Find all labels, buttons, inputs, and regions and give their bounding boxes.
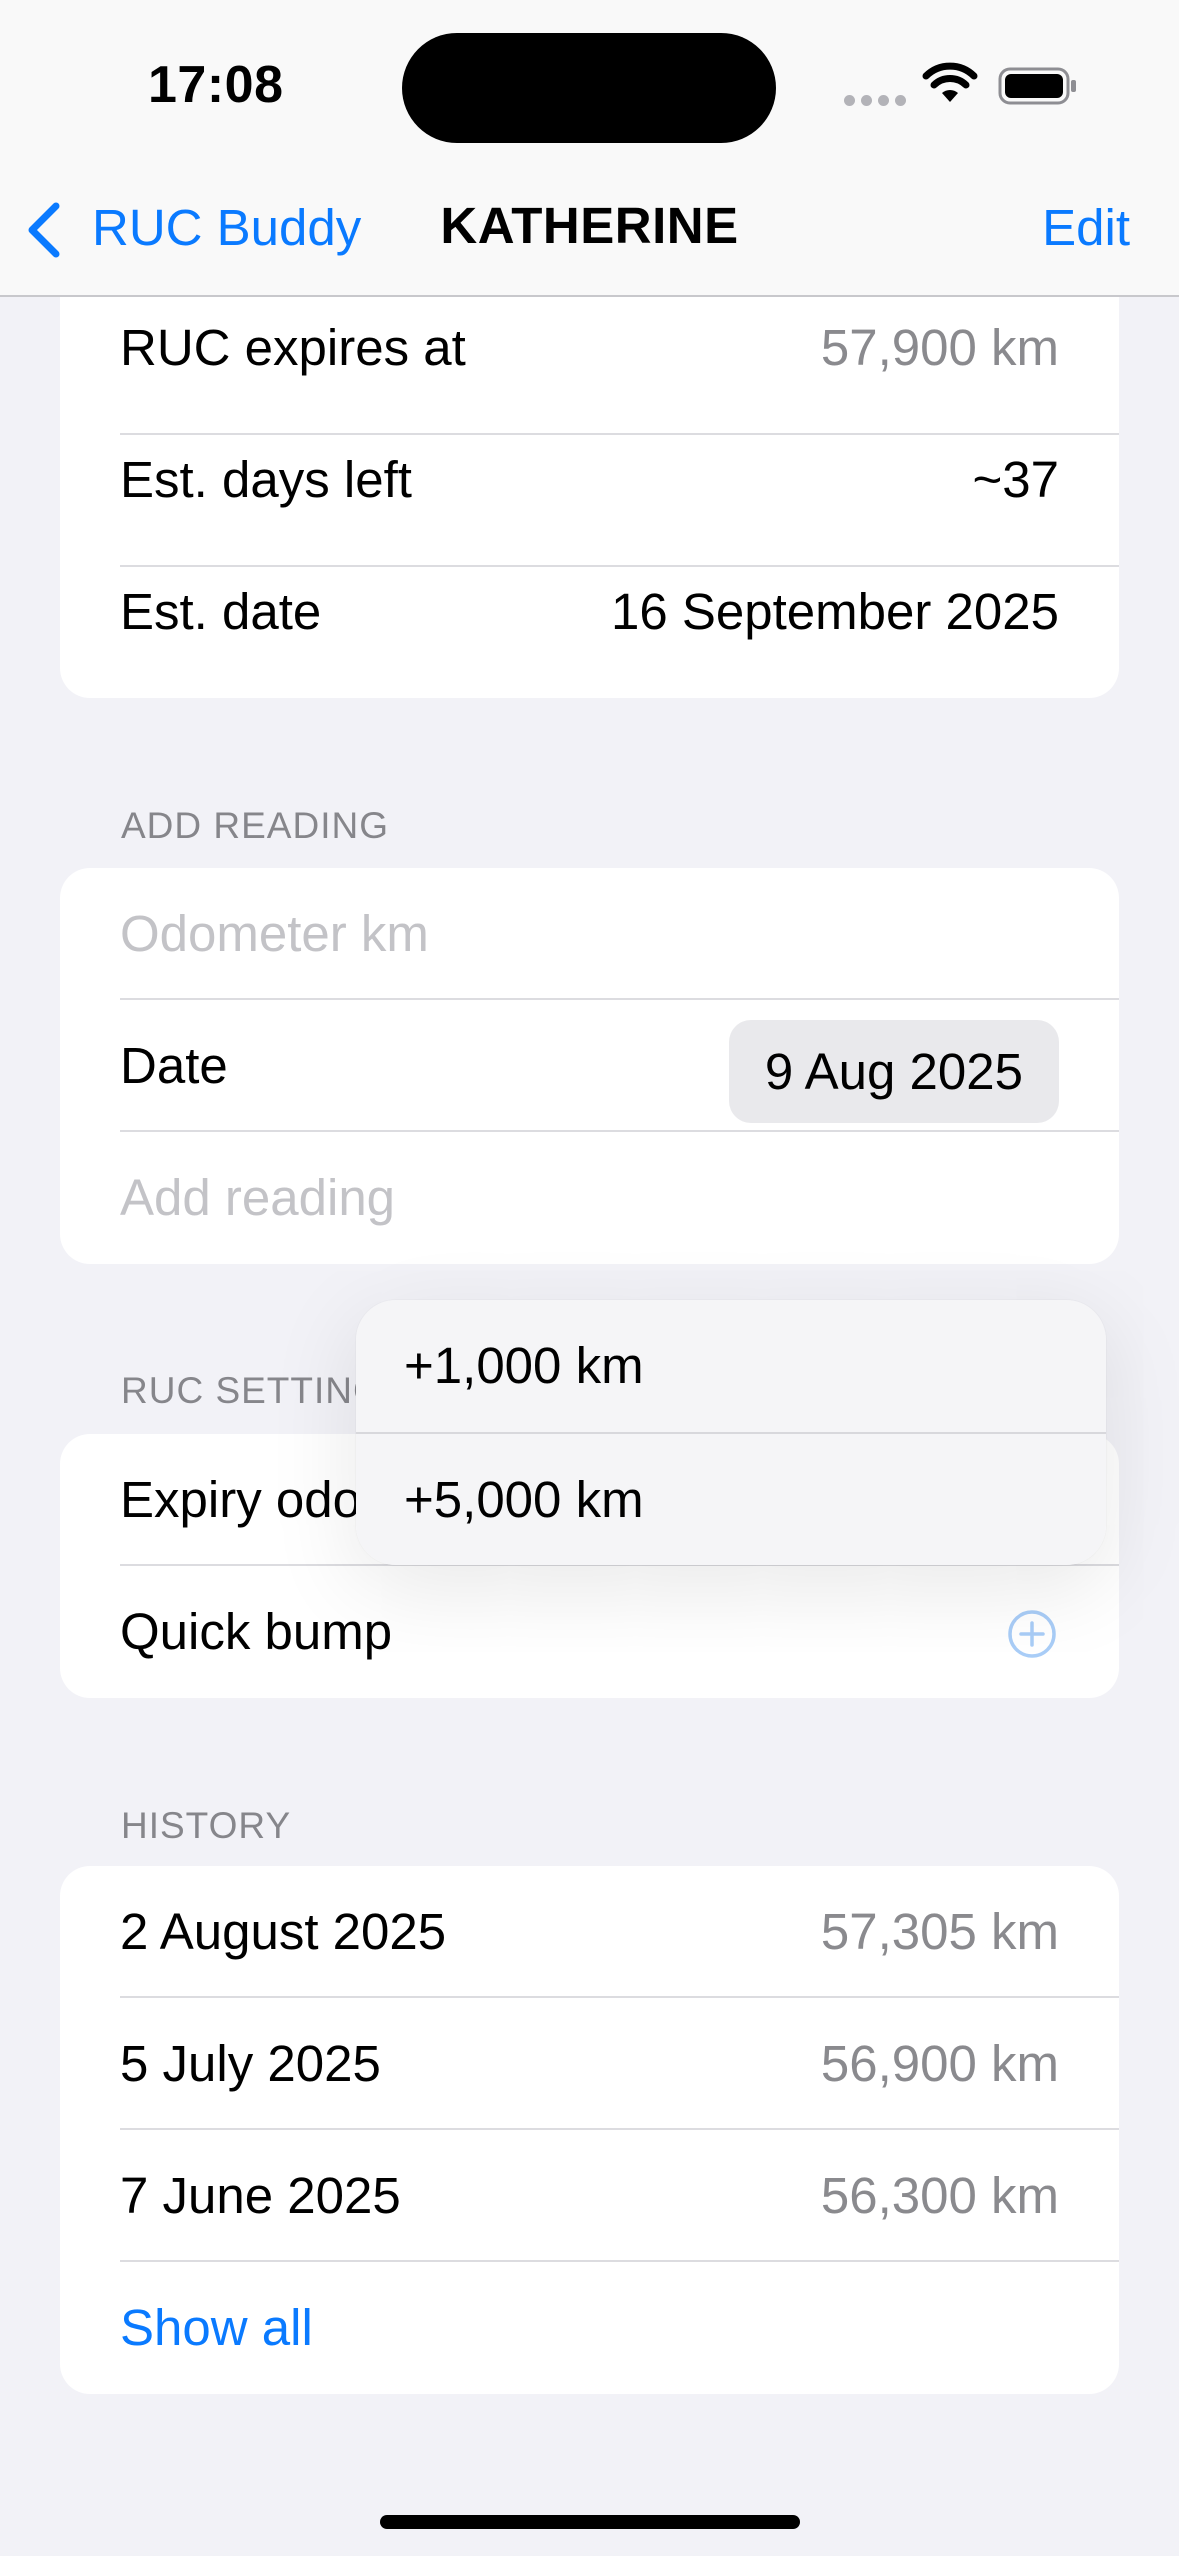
date-label: Date	[120, 1037, 228, 1094]
summary-row-est-date: Est. date 16 September 2025	[60, 546, 1119, 678]
odometer-placeholder: Odometer km	[120, 905, 429, 962]
summary-card: RUC expires at 57,900 km Est. days left …	[60, 240, 1119, 698]
summary-value: 57,900 km	[820, 319, 1059, 376]
add-reading-button[interactable]: Add reading	[60, 1132, 1119, 1264]
show-all-label: Show all	[120, 2299, 313, 2356]
date-row: Date 9 Aug 2025	[60, 1000, 1119, 1132]
dynamic-island	[402, 33, 776, 143]
navigation-bar: 17:08 RUC Buddy KATHERINE Edit	[0, 0, 1179, 297]
history-date: 2 August 2025	[120, 1903, 447, 1960]
odometer-input[interactable]: Odometer km	[60, 868, 1119, 1000]
menu-item-bump-5000[interactable]: +5,000 km	[356, 1434, 1106, 1565]
edit-button[interactable]: Edit	[1042, 198, 1130, 257]
history-km: 56,900 km	[820, 2035, 1059, 2092]
date-picker-button[interactable]: 9 Aug 2025	[728, 1020, 1059, 1123]
quick-bump-label: Quick bump	[120, 1603, 393, 1660]
summary-label: RUC expires at	[120, 319, 466, 376]
summary-row-days-left: Est. days left ~37	[60, 414, 1119, 546]
status-time: 17:08	[148, 56, 284, 114]
add-reading-header: ADD READING	[121, 805, 389, 846]
history-km: 56,300 km	[820, 2167, 1059, 2224]
battery-icon	[998, 67, 1076, 105]
add-reading-label: Add reading	[120, 1169, 396, 1226]
wifi-icon	[922, 62, 978, 102]
summary-row-expires: RUC expires at 57,900 km	[60, 282, 1119, 414]
show-all-button[interactable]: Show all	[60, 2262, 1119, 2394]
summary-value: ~37	[972, 451, 1059, 508]
menu-item-bump-1000[interactable]: +1,000 km	[356, 1300, 1106, 1432]
history-date: 7 June 2025	[120, 2167, 401, 2224]
history-row[interactable]: 7 June 2025 56,300 km	[60, 2130, 1119, 2262]
history-km: 57,305 km	[820, 1903, 1059, 1960]
summary-label: Est. days left	[120, 451, 412, 508]
home-indicator[interactable]	[380, 2515, 800, 2529]
add-reading-card: Odometer km Date 9 Aug 2025 Add reading	[60, 868, 1119, 1264]
menu-item-label: +5,000 km	[404, 1471, 644, 1528]
quick-bump-row: Quick bump	[60, 1566, 1119, 1698]
page-title: KATHERINE	[440, 197, 739, 254]
history-row[interactable]: 5 July 2025 56,900 km	[60, 1998, 1119, 2130]
plus-circle-icon[interactable]	[1007, 1609, 1057, 1659]
summary-value: 16 September 2025	[611, 583, 1059, 640]
history-header: HISTORY	[121, 1805, 292, 1846]
history-date: 5 July 2025	[120, 2035, 381, 2092]
summary-label: Est. date	[120, 583, 322, 640]
quick-bump-menu: +1,000 km +5,000 km	[356, 1300, 1106, 1565]
cellular-signal-icon	[844, 93, 912, 111]
history-row[interactable]: 2 August 2025 57,305 km	[60, 1866, 1119, 1998]
history-card: 2 August 2025 57,305 km 5 July 2025 56,9…	[60, 1866, 1119, 2394]
menu-item-label: +1,000 km	[404, 1337, 644, 1394]
